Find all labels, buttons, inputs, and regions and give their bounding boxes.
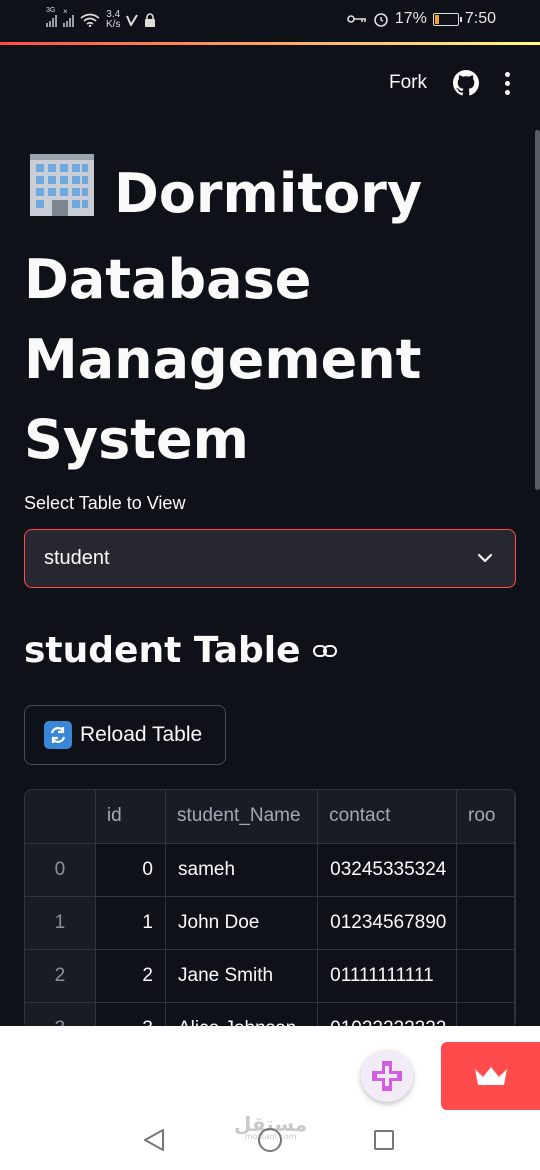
clock: 7:50 <box>464 10 496 27</box>
cell-id[interactable]: 1 <box>95 896 167 950</box>
crown-icon <box>474 1067 507 1085</box>
cell-student-name[interactable]: sameh <box>165 843 319 897</box>
table-row[interactable]: 2 2 Jane Smith 01111111111 <box>25 949 515 1003</box>
reload-table-button[interactable]: Reload Table <box>24 705 226 765</box>
title-line-1: Dormitory <box>114 162 423 225</box>
key-icon <box>347 15 366 23</box>
table-select-label: Select Table to View <box>24 493 186 513</box>
wifi-icon <box>80 13 100 27</box>
table-header-row: id student_Name contact roo <box>25 790 515 844</box>
table-heading: student Table <box>24 630 337 671</box>
cell-room[interactable] <box>456 896 515 950</box>
speed-unit: K/s <box>106 19 121 30</box>
page-title: Dormitory Database Management System <box>24 150 524 480</box>
no-signal-label: × <box>63 7 68 16</box>
table-select-value: student <box>44 547 110 569</box>
data-table[interactable]: id student_Name contact roo 0 0 sameh 03… <box>24 789 516 1029</box>
cell-student-name[interactable]: Alice Johnson <box>165 1002 319 1028</box>
cell-id[interactable]: 0 <box>95 843 167 897</box>
back-icon[interactable] <box>143 1128 165 1152</box>
status-bar: 3G × 3.4 K/s 17% 7:50 <box>0 0 540 42</box>
cell-room[interactable] <box>456 1002 515 1028</box>
title-line-3: Management <box>24 328 422 391</box>
status-right: 17% 7:50 <box>347 10 496 28</box>
header-decoration <box>0 42 540 45</box>
cell-student-name[interactable]: Jane Smith <box>165 949 319 1003</box>
column-header-student-name[interactable]: student_Name <box>165 790 319 844</box>
table-row[interactable]: 0 0 sameh 03245335324 <box>25 843 515 897</box>
medical-cross-icon <box>372 1061 402 1091</box>
battery-percent: 17% <box>394 10 427 27</box>
title-line-2: Database <box>24 248 312 311</box>
recent-apps-icon[interactable] <box>374 1130 394 1150</box>
android-nav-bar <box>0 1110 540 1170</box>
streamlit-manage-button[interactable] <box>441 1042 540 1110</box>
row-index: 1 <box>25 896 96 950</box>
cell-contact[interactable]: 01234567890 <box>317 896 458 950</box>
more-vertical-icon[interactable] <box>505 71 510 95</box>
battery-fill <box>434 14 439 24</box>
column-header-index <box>25 790 96 844</box>
reload-table-label: Reload Table <box>80 723 203 746</box>
network-type-label: 3G <box>46 7 56 14</box>
refresh-icon <box>44 721 72 749</box>
chevron-down-icon <box>477 553 493 563</box>
fork-button[interactable]: Fork <box>389 72 427 94</box>
table-row[interactable]: 3 3 Alice Johnson 01022222222 <box>25 1002 515 1028</box>
signal-icon-2: × <box>63 7 74 27</box>
cell-id[interactable]: 2 <box>95 949 167 1003</box>
cell-student-name[interactable]: John Doe <box>165 896 319 950</box>
signal-icon: 3G <box>46 7 57 27</box>
table-row[interactable]: 1 1 John Doe 01234567890 <box>25 896 515 950</box>
lock-icon <box>145 13 156 27</box>
column-header-room[interactable]: roo <box>456 790 515 844</box>
cell-room[interactable] <box>456 843 515 897</box>
office-building-icon <box>24 150 100 240</box>
table-heading-text: student Table <box>24 630 301 671</box>
app-toolbar: Fork <box>389 70 510 96</box>
table-select[interactable]: student <box>24 529 516 588</box>
row-index: 0 <box>25 843 96 897</box>
hospital-app-button[interactable] <box>361 1050 413 1102</box>
scrollbar[interactable] <box>535 130 540 490</box>
column-header-contact[interactable]: contact <box>317 790 458 844</box>
status-left: 3G × 3.4 K/s <box>46 7 156 30</box>
cell-contact[interactable]: 03245335324 <box>317 843 458 897</box>
battery-icon <box>432 12 462 26</box>
network-speed: 3.4 K/s <box>106 10 120 30</box>
cell-room[interactable] <box>456 949 515 1003</box>
cell-contact[interactable]: 01022222222 <box>317 1002 458 1028</box>
cell-contact[interactable]: 01111111111 <box>317 949 458 1003</box>
title-line-4: System <box>24 408 249 471</box>
vpn-check-icon <box>126 14 139 26</box>
row-index: 3 <box>25 1002 96 1028</box>
link-icon[interactable] <box>312 644 337 658</box>
home-icon[interactable] <box>258 1128 282 1152</box>
row-index: 2 <box>25 949 96 1003</box>
github-icon[interactable] <box>453 70 479 96</box>
alarm-icon <box>374 13 388 27</box>
column-header-id[interactable]: id <box>95 790 167 844</box>
cell-id[interactable]: 3 <box>95 1002 167 1028</box>
